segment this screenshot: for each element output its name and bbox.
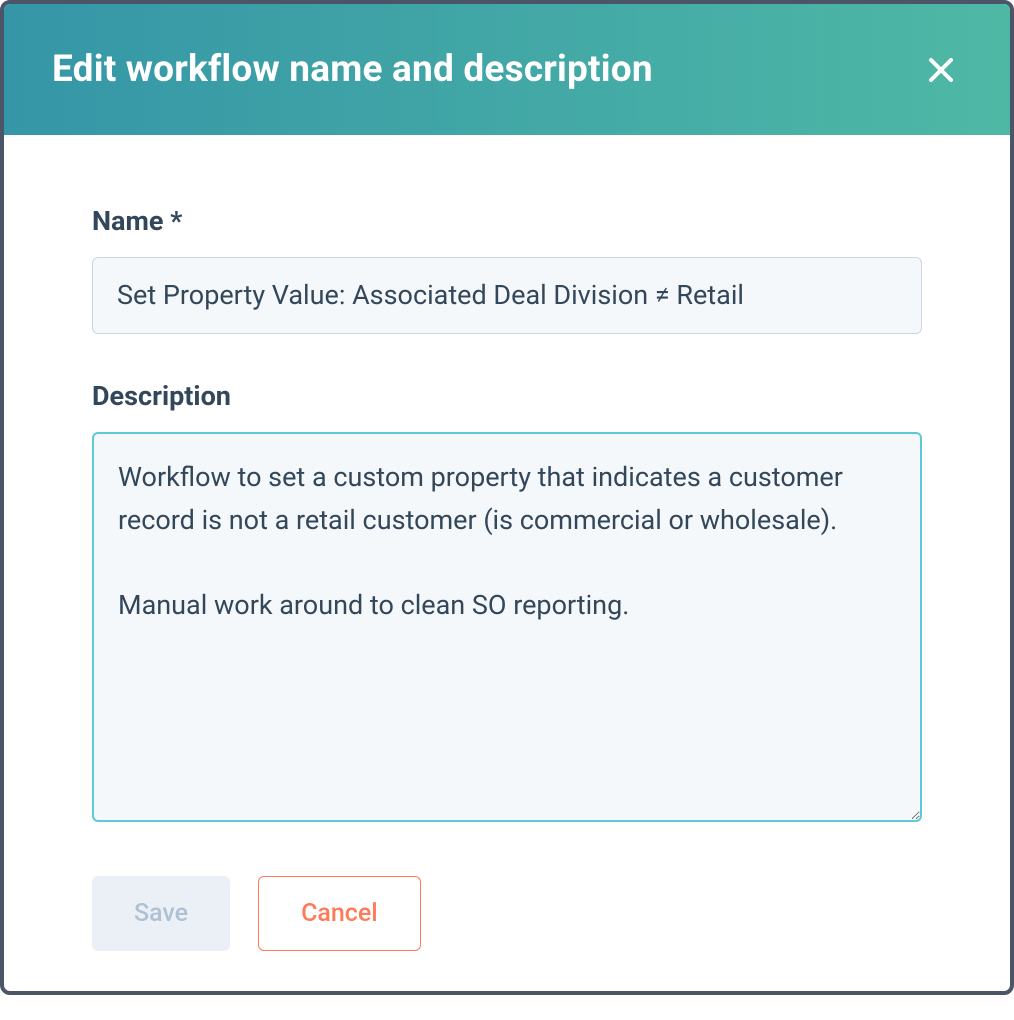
modal-title: Edit workflow name and description — [52, 48, 653, 91]
cancel-button[interactable]: Cancel — [258, 876, 421, 951]
description-textarea[interactable] — [92, 432, 922, 822]
save-button[interactable]: Save — [92, 876, 230, 951]
name-field-group: Name * — [92, 205, 922, 334]
close-icon — [926, 55, 956, 85]
edit-workflow-modal: Edit workflow name and description Name … — [0, 0, 1014, 995]
name-label: Name * — [92, 205, 922, 237]
close-button[interactable] — [920, 49, 962, 91]
modal-header: Edit workflow name and description — [4, 4, 1010, 135]
description-field-group: Description — [92, 380, 922, 826]
button-row: Save Cancel — [92, 876, 922, 951]
name-input[interactable] — [92, 257, 922, 334]
modal-body: Name * Description Save Cancel — [4, 135, 1010, 991]
description-label: Description — [92, 380, 922, 412]
